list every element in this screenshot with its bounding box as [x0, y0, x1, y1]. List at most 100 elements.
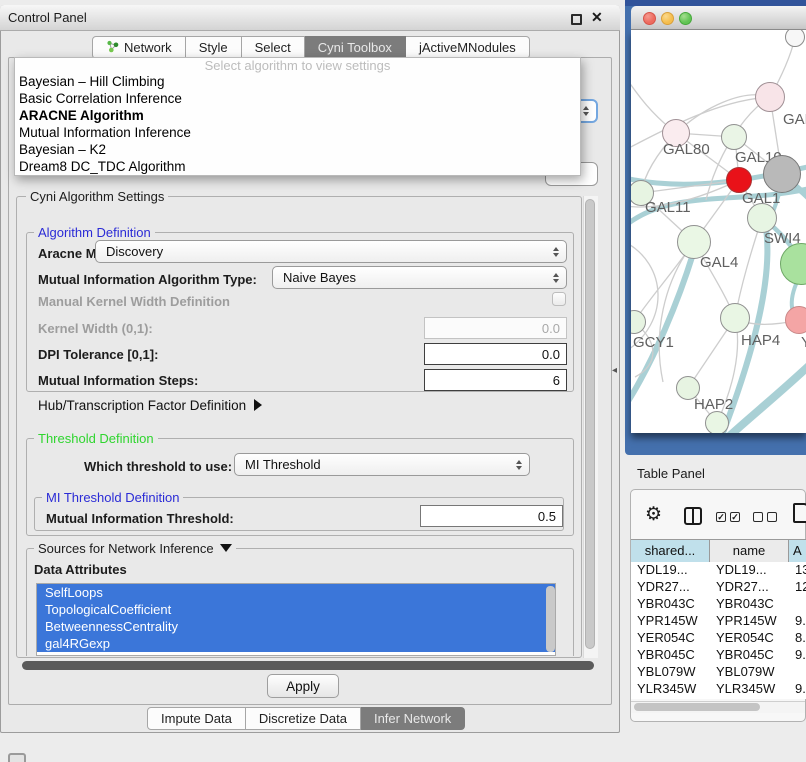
table-row[interactable]: YBR043CYBR043C [631, 595, 806, 612]
tab-label: Network [124, 40, 172, 55]
column-header-shared[interactable]: shared... [631, 540, 710, 562]
manual-kernel-width-checkbox[interactable] [552, 292, 566, 306]
hub-transcription-factor-label: Hub/Transcription Factor Definition [38, 398, 246, 413]
table-cell: YPR145W [631, 612, 710, 629]
table-row[interactable]: YER054CYER054C8. [631, 629, 806, 646]
which-threshold-select[interactable]: MI Threshold [234, 453, 530, 476]
table-row[interactable]: YDL19...YDL19...13 [631, 561, 806, 578]
partial-tool-icon[interactable] [8, 753, 26, 762]
algorithm-option-aracne-algorithm[interactable]: ARACNE Algorithm [15, 107, 580, 124]
split-columns-icon[interactable] [684, 507, 702, 525]
attribute-item-selfloops[interactable]: SelfLoops [37, 584, 555, 601]
algorithm-option-bayesian-hill-climbing[interactable]: Bayesian – Hill Climbing [15, 73, 580, 90]
column-header-name[interactable]: name [710, 540, 789, 562]
algorithm-option-dream8-dc-tdc-algorithm[interactable]: Dream8 DC_TDC Algorithm [15, 158, 580, 175]
mi-steps-label: Mutual Information Steps: [38, 373, 198, 388]
collapse-arrow-icon [254, 399, 262, 411]
manual-kernel-width-label: Manual Kernel Width Definition [38, 294, 230, 309]
network-canvas[interactable]: GAL7GAL80GAL10GAL1GAL11SWI4GAL4GCY1HAP4Y… [631, 30, 806, 433]
algorithm-definition-legend: Algorithm Definition [34, 225, 155, 240]
table-row[interactable]: YLR345WYLR345W9. [631, 680, 806, 697]
aracne-mode-select[interactable]: Discovery [95, 240, 567, 263]
network-node[interactable] [705, 411, 729, 433]
node-table[interactable]: shared...nameAYDL19...YDL19...13YDR27...… [631, 539, 806, 699]
control-panel-tabs: Network StyleSelectCyni ToolboxjActiveMNo… [92, 36, 530, 59]
hide-columns-icon[interactable] [753, 512, 777, 522]
network-node-gal10[interactable] [721, 124, 747, 150]
apply-button[interactable]: Apply [267, 674, 339, 698]
algorithm-option-basic-correlation-inference[interactable]: Basic Correlation Inference [15, 90, 580, 107]
table-cell: YIL052C [631, 697, 710, 699]
network-node-hap4[interactable] [720, 303, 750, 333]
settings-vertical-scrollbar-thumb[interactable] [585, 199, 595, 649]
node-label-gal11: GAL11 [645, 199, 691, 216]
mi-steps-input[interactable] [424, 369, 567, 391]
panel-splitter-icon[interactable]: ◂ [612, 365, 617, 376]
mi-algorithm-type-select[interactable]: Naive Bayes [272, 266, 567, 289]
algorithm-option-mutual-information-inference[interactable]: Mutual Information Inference [15, 124, 580, 141]
tab-network[interactable]: Network [92, 36, 186, 59]
close-traffic-light[interactable] [643, 12, 656, 25]
table-panel-title: Table Panel [637, 466, 705, 481]
tab-jactivemnodules[interactable]: jActiveMNodules [406, 36, 530, 59]
table-row[interactable]: YBR045CYBR045C9. [631, 646, 806, 663]
mi-threshold-input[interactable] [420, 505, 563, 527]
algorithm-option-bayesian-k2[interactable]: Bayesian – K2 [15, 141, 580, 158]
table-cell: YER054C [631, 629, 710, 646]
minimize-traffic-light[interactable] [661, 12, 674, 25]
attribute-item-topologicalcoefficient[interactable]: TopologicalCoefficient [37, 601, 555, 618]
bottom-tabs: Impute DataDiscretize DataInfer Network [147, 707, 465, 730]
node-label-hap4: HAP4 [741, 332, 780, 349]
attribute-item-gal4rgexp[interactable]: gal4RGexp [37, 635, 555, 652]
table-row[interactable]: YDR27...YDR27...12 [631, 578, 806, 595]
gear-icon[interactable]: ⚙ [645, 503, 662, 526]
unchecked-checkbox-icon [753, 512, 763, 522]
table-cell [789, 663, 806, 680]
attributes-scrollbar-thumb[interactable] [546, 586, 555, 652]
tab-impute-data[interactable]: Impute Data [147, 707, 246, 730]
data-attributes-list: SelfLoopsTopologicalCoefficientBetweenne… [36, 583, 556, 656]
node-label-gal7: GAL7 [783, 111, 806, 128]
dpi-tolerance-input[interactable] [424, 343, 567, 365]
table-cell: YLR345W [631, 680, 710, 697]
mi-algorithm-type-label: Mutual Information Algorithm Type: [38, 272, 257, 287]
network-node[interactable] [747, 203, 777, 233]
network-window-titlebar[interactable] [631, 6, 806, 30]
table-horizontal-scrollbar-thumb[interactable] [634, 703, 760, 711]
close-panel-button[interactable]: ✕ [591, 9, 603, 26]
hub-transcription-factor-toggle[interactable]: Hub/Transcription Factor Definition [38, 398, 262, 413]
table-row[interactable]: YPR145WYPR145W9. [631, 612, 806, 629]
tab-cyni-toolbox[interactable]: Cyni Toolbox [305, 36, 406, 59]
table-row[interactable]: YIL052CYIL052C9 [631, 697, 806, 699]
data-attributes-label: Data Attributes [34, 562, 127, 577]
table-cell: YPR145W [710, 612, 789, 629]
column-header-a[interactable]: A [789, 540, 806, 562]
table-cell: YBR043C [710, 595, 789, 612]
network-node-y[interactable] [785, 306, 806, 334]
file-icon[interactable] [793, 503, 806, 523]
settings-horizontal-scrollbar-thumb[interactable] [22, 661, 594, 670]
table-row[interactable]: YBL079WYBL079W [631, 663, 806, 680]
tab-infer-network[interactable]: Infer Network [361, 707, 465, 730]
tab-select[interactable]: Select [242, 36, 305, 59]
float-window-button[interactable] [571, 14, 582, 25]
show-checked-columns-icon[interactable]: ✓ ✓ [716, 512, 740, 522]
table-cell [789, 595, 806, 612]
table-cell: YDR27... [710, 578, 789, 595]
table-cell: 9 [789, 697, 806, 699]
unchecked-checkbox-icon [767, 512, 777, 522]
sources-legend: Sources for Network Inference [38, 541, 214, 556]
sources-toggle[interactable]: Sources for Network Inference [34, 541, 236, 556]
table-cell: YBL079W [631, 663, 710, 680]
algorithm-dropdown-list: Bayesian – Hill ClimbingBasic Correlatio… [15, 73, 580, 175]
kernel-width-label: Kernel Width (0,1): [38, 321, 153, 336]
zoom-traffic-light[interactable] [679, 12, 692, 25]
kernel-width-input[interactable] [424, 317, 567, 339]
network-node[interactable] [763, 155, 801, 193]
tab-discretize-data[interactable]: Discretize Data [246, 707, 361, 730]
attribute-item-betweennesscentrality[interactable]: BetweennessCentrality [37, 618, 555, 635]
table-cell: YBR043C [631, 595, 710, 612]
table-cell: 9. [789, 680, 806, 697]
network-node-gal7[interactable] [755, 82, 785, 112]
tab-style[interactable]: Style [186, 36, 242, 59]
